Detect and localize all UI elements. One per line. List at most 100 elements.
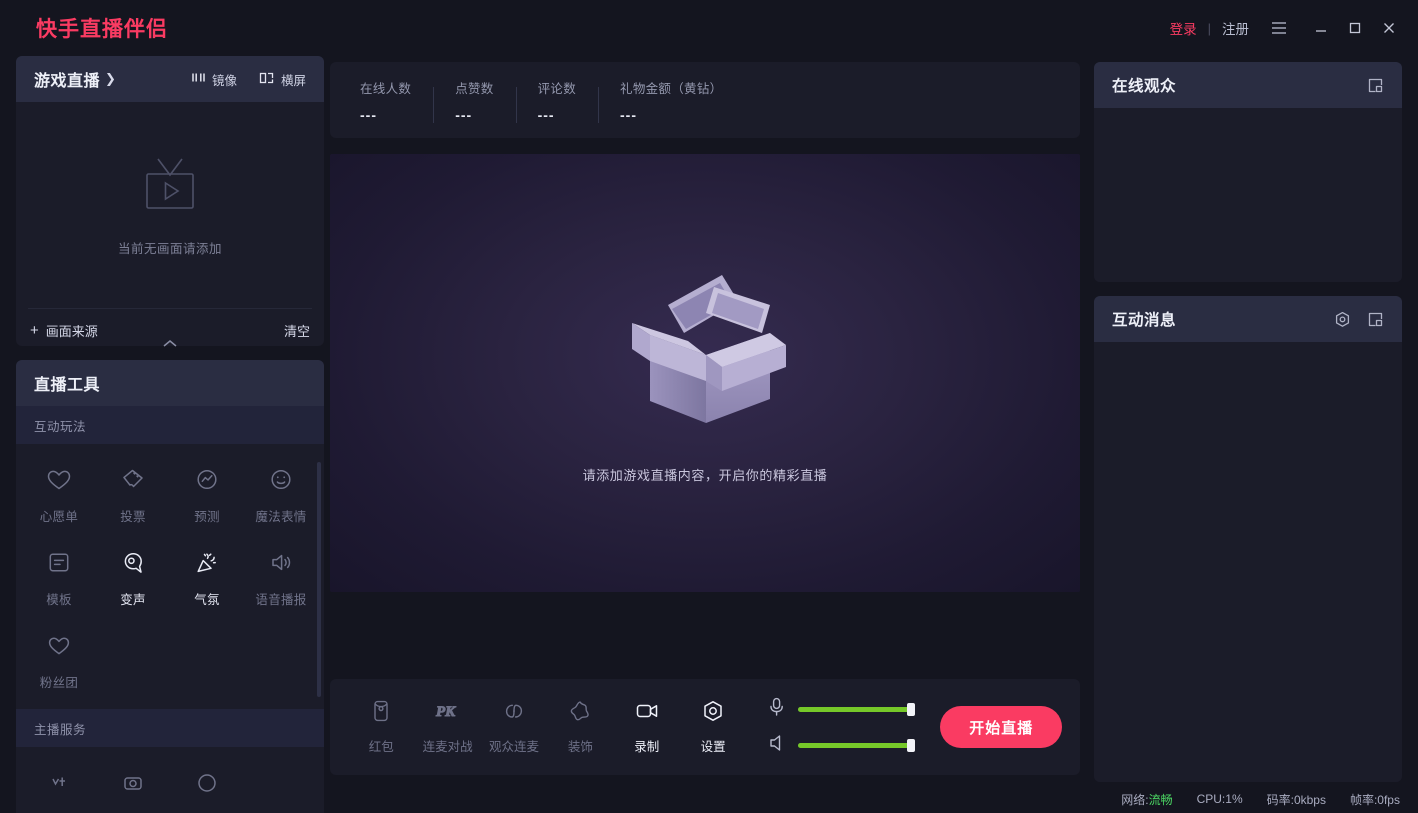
right-column: 在线观众 互动消息 [1094, 62, 1402, 782]
center-column: 在线人数 --- 点赞数 --- 评论数 --- 礼物金额（黄钻） --- [330, 62, 1080, 775]
tool-wishlist[interactable]: 心愿单 [22, 458, 96, 537]
audio-sliders [768, 697, 914, 757]
link-mic-icon [502, 699, 526, 728]
speaker-volume-knob [907, 739, 915, 752]
bottom-button-label: 录制 [634, 736, 659, 755]
tools-section-anchor-service: 主播服务 [16, 709, 324, 747]
stat-label: 评论数 [538, 78, 576, 97]
tool-label: 粉丝团 [40, 672, 78, 691]
pk-icon: PK [435, 699, 461, 728]
empty-box-illustration [610, 263, 800, 443]
tool-partial-2[interactable] [96, 761, 170, 813]
mic-volume-slider[interactable] [798, 707, 914, 712]
tool-magic-emoji[interactable]: 魔法表情 [244, 458, 318, 537]
tool-voice-changer[interactable]: 变声 [96, 541, 170, 620]
record-camera-icon [634, 699, 660, 728]
bottom-button-settings[interactable]: 设置 [680, 699, 746, 755]
mic-volume-knob [907, 703, 915, 716]
source-panel-title[interactable]: 游戏直播 [34, 67, 100, 91]
close-icon[interactable] [1372, 8, 1406, 48]
status-cpu: CPU:1% [1197, 792, 1243, 806]
stat-value: --- [620, 107, 722, 123]
chevron-right-icon[interactable]: ❯ [105, 71, 116, 87]
mirror-button[interactable]: 镜像 [191, 70, 237, 89]
speaker-volume-icon[interactable] [768, 734, 785, 757]
bottom-button-label: 设置 [701, 736, 726, 755]
popout-window-icon[interactable] [1367, 77, 1384, 94]
tool-label: 预测 [194, 506, 220, 525]
heart-fan-icon [46, 634, 72, 663]
settings-gear-icon[interactable] [1334, 311, 1351, 328]
start-live-button[interactable]: 开始直播 [940, 706, 1062, 748]
bottom-button-decoration[interactable]: 装饰 [547, 699, 613, 755]
speaker-volume-slider[interactable] [798, 743, 914, 748]
tool-label: 变声 [120, 589, 146, 608]
stat-online-viewers: 在线人数 --- [338, 78, 433, 123]
tools-scrollbar[interactable] [317, 462, 321, 697]
trend-circle-icon [194, 468, 220, 497]
stat-likes: 点赞数 --- [433, 78, 515, 123]
bottom-button-record[interactable]: 录制 [614, 699, 680, 755]
app-window: 快手直播伴侣 登录 | 注册 [0, 0, 1418, 813]
bottom-button-redpacket[interactable]: 红包 [348, 699, 414, 755]
tool-prediction[interactable]: 预测 [170, 458, 244, 537]
stat-comments: 评论数 --- [516, 78, 598, 123]
tools-grid: 心愿单 投票 预测 [16, 444, 324, 709]
stat-gift-amount: 礼物金额（黄钻） --- [598, 78, 744, 123]
viewers-panel-actions [1367, 77, 1384, 94]
source-collapse-handle[interactable] [16, 334, 324, 354]
source-panel: 游戏直播 ❯ 镜像 横屏 [16, 56, 324, 346]
stat-label: 礼物金额（黄钻） [620, 78, 722, 97]
source-empty-state: 当前无画面请添加 [16, 102, 324, 308]
register-button[interactable]: 注册 [1219, 14, 1252, 42]
partial-icon-3 [194, 771, 220, 800]
tool-partial-3[interactable] [170, 761, 244, 813]
mic-volume-fill [798, 707, 911, 712]
bottom-button-label: 装饰 [568, 736, 593, 755]
maximize-icon[interactable] [1338, 8, 1372, 48]
tool-vote[interactable]: 投票 [96, 458, 170, 537]
mirror-label: 镜像 [212, 70, 237, 89]
tv-play-icon [136, 153, 204, 224]
bottom-button-audience-mic[interactable]: 观众连麦 [481, 699, 547, 755]
viewers-panel-header: 在线观众 [1094, 62, 1402, 108]
microphone-icon[interactable] [768, 697, 785, 722]
viewers-panel-title: 在线观众 [1112, 74, 1176, 96]
decoration-icon [568, 699, 592, 728]
landscape-label: 横屏 [281, 70, 306, 89]
tool-label: 气氛 [194, 589, 220, 608]
tool-voice-broadcast[interactable]: 语音播报 [244, 541, 318, 620]
mirror-icon [191, 71, 206, 87]
preview-hint-text: 请添加游戏直播内容，开启你的精彩直播 [583, 465, 828, 484]
login-button[interactable]: 登录 [1167, 14, 1200, 42]
landscape-button[interactable]: 横屏 [259, 70, 306, 89]
tool-partial-4[interactable] [244, 761, 318, 813]
stat-value: --- [538, 107, 576, 123]
stat-label: 在线人数 [360, 78, 411, 97]
status-network-label: 网络: [1121, 793, 1148, 807]
stats-bar: 在线人数 --- 点赞数 --- 评论数 --- 礼物金额（黄钻） --- [330, 62, 1080, 138]
window-controls [1304, 8, 1406, 48]
hamburger-icon[interactable] [1262, 11, 1296, 45]
viewers-list[interactable] [1094, 108, 1402, 282]
left-column: 游戏直播 ❯ 镜像 横屏 [16, 56, 324, 813]
tool-template[interactable]: 模板 [22, 541, 96, 620]
source-empty-text: 当前无画面请添加 [118, 238, 222, 257]
tools-panel: 直播工具 互动玩法 心愿单 投票 [16, 360, 324, 813]
messages-list[interactable] [1094, 342, 1402, 782]
status-network-value: 流畅 [1149, 793, 1173, 807]
tool-fan-club[interactable]: 粉丝团 [22, 624, 96, 703]
tool-partial-1[interactable] [22, 761, 96, 813]
tools-grid-anchor-service [16, 747, 324, 813]
viewers-panel: 在线观众 [1094, 62, 1402, 282]
tools-panel-title: 直播工具 [34, 371, 100, 395]
preview-stage[interactable]: 请添加游戏直播内容，开启你的精彩直播 [330, 154, 1080, 592]
tool-atmosphere[interactable]: 气氛 [170, 541, 244, 620]
bottom-button-label: 红包 [369, 736, 394, 755]
popout-window-icon[interactable] [1367, 311, 1384, 328]
auth-separator: | [1208, 21, 1211, 36]
messages-panel-title: 互动消息 [1112, 308, 1176, 330]
bottom-button-pk[interactable]: PK 连麦对战 [414, 699, 480, 755]
minimize-icon[interactable] [1304, 8, 1338, 48]
title-bar: 快手直播伴侣 登录 | 注册 [0, 0, 1418, 56]
